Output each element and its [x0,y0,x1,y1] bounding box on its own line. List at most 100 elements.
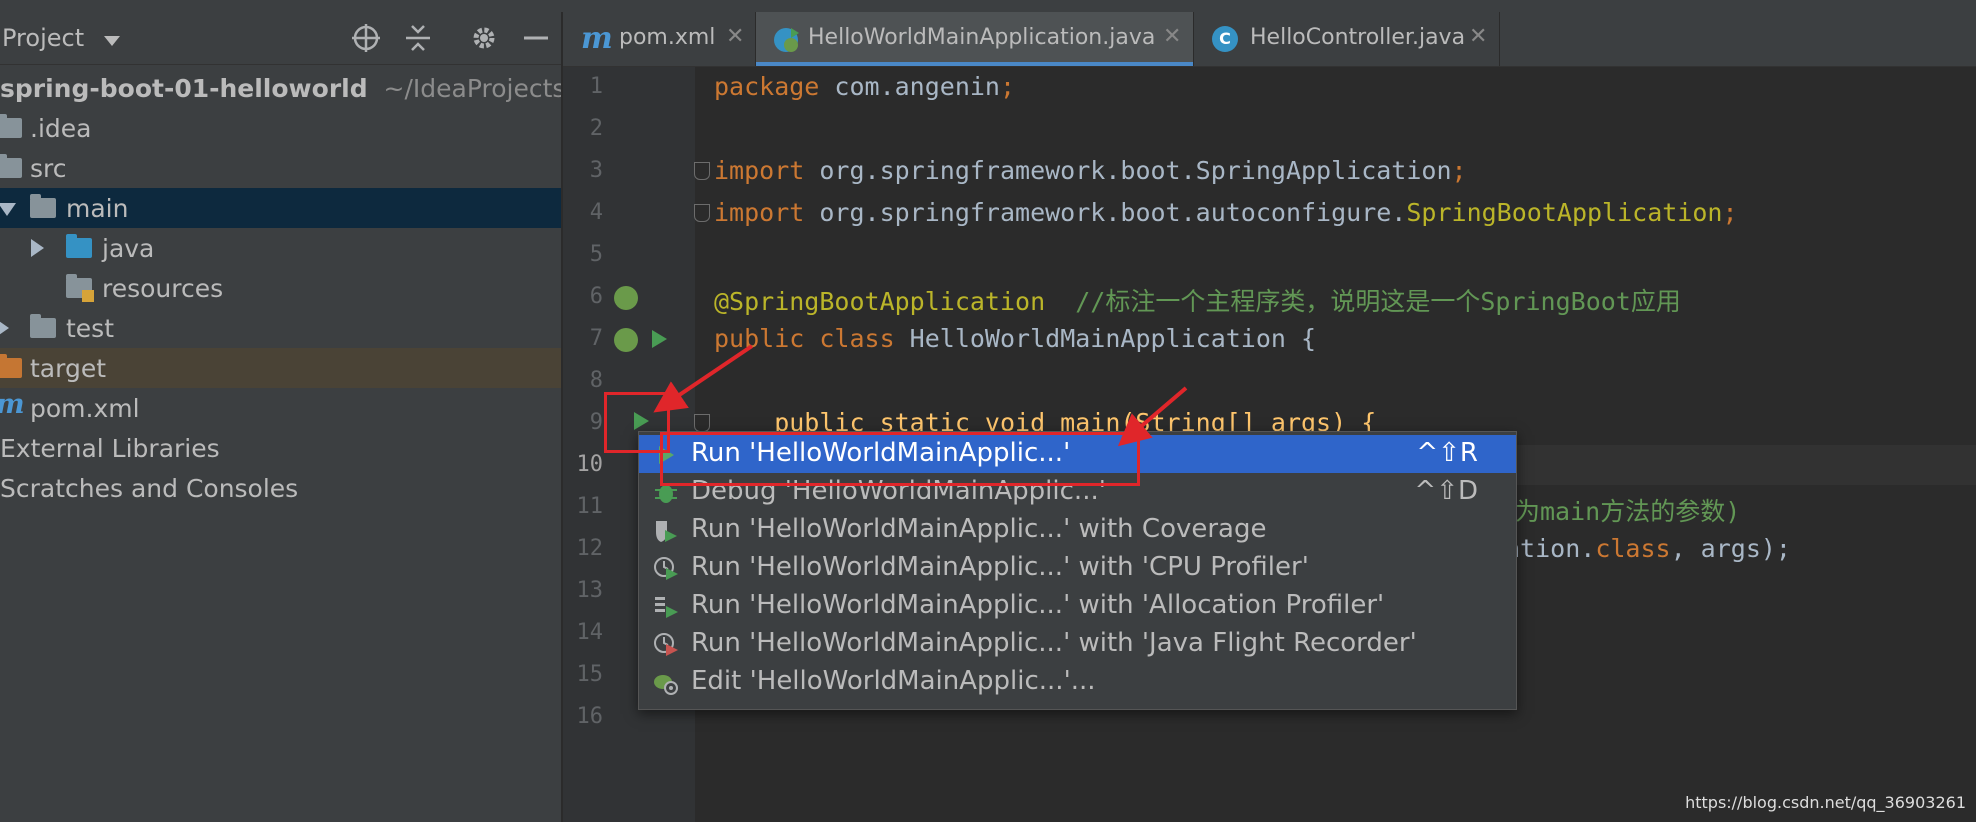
tree-item-path: ~/IdeaProjects/ [383,74,563,103]
code-text: org.springframework.boot.autoconfigure. [804,198,1407,227]
line-number: 12 [576,536,604,561]
gear-icon[interactable] [468,22,500,54]
tree-item-main[interactable]: main [0,188,561,228]
chevron-right-icon[interactable] [0,319,9,337]
menu-item-run-flight-recorder[interactable]: Run 'HelloWorldMainApplic...' with 'Java… [639,625,1516,663]
menu-item-run-coverage[interactable]: Run 'HelloWorldMainApplic...' with Cover… [639,511,1516,549]
menu-item-shortcut: ^⇧R [1416,438,1478,468]
allocation-profiler-icon [655,597,678,618]
fold-marker-icon[interactable] [694,204,710,222]
tree-item-pom[interactable]: m pom.xml [0,388,561,428]
menu-item-label: Run 'HelloWorldMainApplic...' with 'Java… [691,628,1417,658]
line-number: 11 [576,494,604,519]
project-view-selector[interactable]: Project [2,24,84,52]
keyword: import [714,198,805,227]
chevron-down-icon[interactable] [0,203,16,216]
spring-bean-icon[interactable] [614,286,638,310]
menu-item-edit-configuration[interactable]: Edit 'HelloWorldMainApplic...'... [639,663,1516,701]
fold-marker-icon[interactable] [694,414,710,432]
menu-item-run-cpu-profiler[interactable]: Run 'HelloWorldMainApplic...' with 'CPU … [639,549,1516,587]
tree-item-external-libraries[interactable]: External Libraries [0,428,561,468]
tree-item-label: resources [102,274,224,303]
code-line-partial[interactable]: 为main方法的参数) [1515,492,1740,528]
line-number-current: 10 [576,452,604,477]
tree-item-test[interactable]: test [0,308,561,348]
run-gutter-icon[interactable] [652,330,667,348]
semicolon: ; [999,72,1016,101]
line-number: 2 [589,116,603,141]
hide-panel-icon[interactable] [520,22,552,54]
line-number: 15 [576,662,604,687]
tree-item-resources[interactable]: resources [0,268,561,308]
line-number: 14 [576,620,604,645]
tree-item-target[interactable]: target [0,348,561,388]
locate-icon[interactable] [350,22,382,54]
line-number: 16 [576,704,604,729]
tab-helloworld-main-application[interactable]: HelloWorldMainApplication.java ✕ [756,12,1194,66]
close-icon[interactable]: ✕ [726,24,744,49]
folder-icon [0,114,22,138]
semicolon: ; [1451,156,1467,185]
line-number: 9 [589,410,603,435]
tab-pom-xml[interactable]: m pom.xml ✕ [563,12,756,66]
cpu-profiler-icon [654,557,678,580]
flight-recorder-icon [654,633,678,656]
tree-item-project-root[interactable]: spring-boot-01-helloworld ~/IdeaProjects… [0,68,561,108]
code-line[interactable]: @SpringBootApplication //标注一个主程序类，说明这是一个… [714,282,1681,318]
edit-config-icon [654,675,678,695]
tab-label: pom.xml [619,25,716,50]
project-panel-header: Project [0,12,561,65]
source-folder-icon [66,234,92,258]
tab-hello-controller[interactable]: C HelloController.java ✕ [1194,12,1500,66]
tree-item-label: pom.xml [30,394,140,423]
close-icon[interactable]: ✕ [1469,24,1487,49]
editor-tab-bar: m pom.xml ✕ HelloWorldMainApplication.ja… [563,12,1976,67]
maven-icon: m [0,389,25,420]
watermark-text: https://blog.csdn.net/qq_36903261 [1685,793,1966,812]
chevron-right-icon[interactable] [31,239,44,257]
tab-label: HelloController.java [1250,25,1466,50]
tree-item-label: .idea [30,114,92,143]
close-icon[interactable]: ✕ [1163,24,1181,49]
chevron-down-icon[interactable] [104,36,120,46]
line-number: 3 [589,158,603,183]
menu-item-label: Run 'HelloWorldMainApplic...' with Cover… [691,514,1267,544]
tree-item-label: External Libraries [0,434,220,463]
line-number: 4 [589,200,603,225]
folder-icon [30,194,56,218]
menu-item-shortcut: ^⇧D [1414,476,1478,506]
menu-item-run-allocation-profiler[interactable]: Run 'HelloWorldMainApplic...' with 'Allo… [639,587,1516,625]
resources-badge-icon [82,290,94,302]
keyword: public class [714,324,895,353]
tree-item-src[interactable]: src [0,148,561,188]
code-line[interactable]: public class HelloWorldMainApplication { [714,324,1316,353]
collapse-all-icon[interactable] [402,22,434,54]
folder-icon [30,314,56,338]
code-text: org.springframework.boot.SpringApplicati… [804,156,1452,185]
tree-item-label: spring-boot-01-helloworld [0,74,368,103]
tree-item-label: target [30,354,107,383]
spring-app-icon[interactable] [614,328,638,352]
code-line[interactable]: import org.springframework.boot.SpringAp… [714,156,1467,185]
tree-item-java[interactable]: java [0,228,561,268]
code-text: , args); [1670,534,1791,563]
code-line[interactable]: package com.angenin; [714,72,1015,101]
annotation-text: SpringBootApplication [1406,198,1723,227]
code-line-partial[interactable]: ation.class, args); [1505,534,1791,563]
code-line[interactable]: import org.springframework.boot.autoconf… [714,198,1738,227]
fold-marker-icon[interactable] [694,162,710,180]
line-number: 6 [589,284,603,309]
line-number: 8 [589,368,603,393]
menu-item-label: Edit 'HelloWorldMainApplic...'... [691,666,1096,696]
annotation-text: @SpringBootApplication [714,287,1046,316]
code-text: ation. [1505,534,1596,563]
tree-item-scratches[interactable]: Scratches and Consoles [0,468,561,508]
tab-label: HelloWorldMainApplication.java [808,25,1156,50]
folder-icon [0,154,22,178]
annotation-highlight-box [660,432,1140,486]
tree-item-idea[interactable]: .idea [0,108,561,148]
line-number: 7 [589,326,603,351]
semicolon: ; [1722,198,1738,227]
tree-item-label: Scratches and Consoles [0,474,299,503]
comment-text: //标注一个主程序类，说明这是一个SpringBoot应用 [1045,287,1681,316]
